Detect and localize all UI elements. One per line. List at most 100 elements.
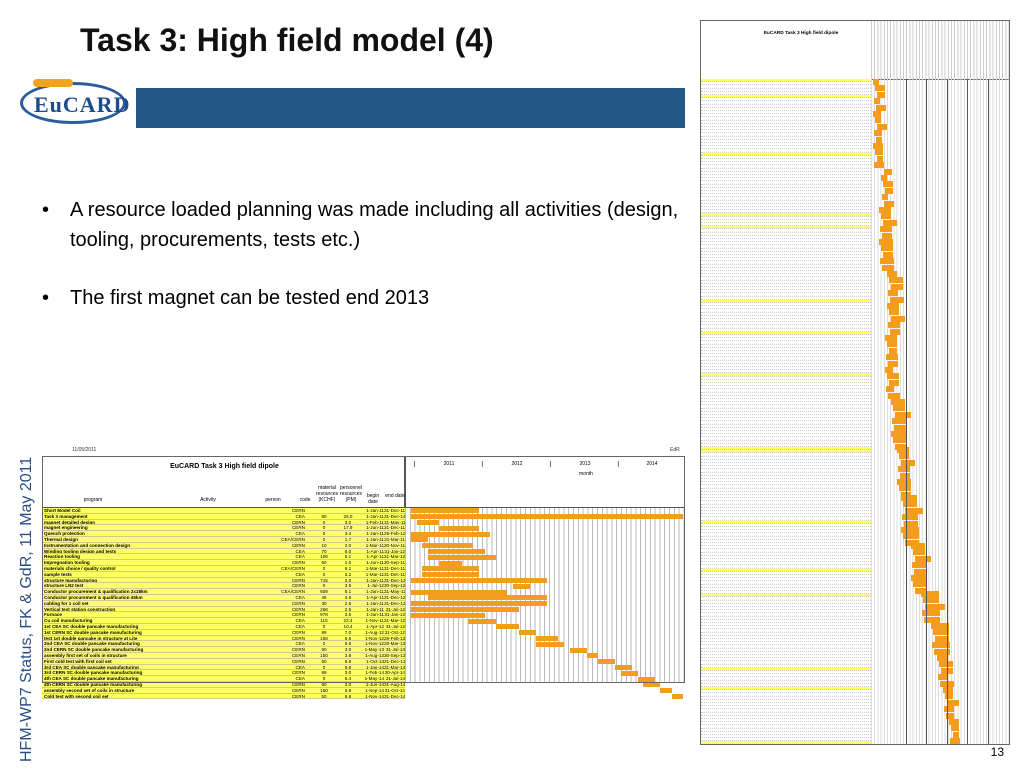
detail-gantt-bar <box>925 603 945 610</box>
row-material: 90 <box>321 682 327 687</box>
detail-gantt-bar <box>889 277 903 284</box>
row-end: 31-Mar-11 <box>384 537 405 542</box>
row-name: 4th CERN SC double pancake manufacturing <box>44 682 143 687</box>
row-personnel: 5.5 <box>344 635 352 641</box>
row-material: 0 <box>322 676 326 682</box>
row-person: CERN <box>291 647 305 653</box>
row-material: 50 <box>321 658 327 664</box>
row-personnel: 3.5 <box>344 583 352 589</box>
row-person: CEA <box>295 595 305 600</box>
row-end: 31-Dec-12 <box>384 595 405 600</box>
gantt-bar <box>422 572 479 578</box>
row-name: sample tests <box>44 571 72 577</box>
row-begin: 1-Mar-11 <box>365 571 384 577</box>
row-name: structure manufacturing <box>44 577 98 583</box>
slide-title: Task 3: High field model (4) <box>80 22 494 58</box>
row-begin: 1-Jan-11 <box>366 606 384 612</box>
row-end: 31-Jul-12 <box>385 624 405 629</box>
row-personnel: 3.0 <box>344 670 352 676</box>
row-begin: 1-Oct-13 <box>366 658 384 664</box>
row-material: 150 <box>320 653 328 658</box>
gantt-bar <box>411 508 479 514</box>
row-begin: 1-Feb-14 <box>365 670 384 676</box>
row-personnel: 6.8 <box>344 658 352 664</box>
row-person: CEA <box>295 554 305 560</box>
detail-gantt-bar <box>890 328 900 335</box>
detail-gantt-bar <box>875 85 885 92</box>
row-end: 30-Nov-11 <box>384 542 405 548</box>
gantt-bar <box>439 560 462 566</box>
row-material: 978 <box>320 612 328 618</box>
gantt-bar <box>615 665 632 670</box>
detail-gantt-bar <box>887 341 897 348</box>
row-name: Cu coil manufacturing <box>44 618 93 624</box>
detail-gantt-bar <box>915 555 931 562</box>
detail-gantt-bar <box>880 226 892 233</box>
row-begin: 1-Apr-11 <box>366 548 384 554</box>
gantt-bar <box>620 670 638 676</box>
row-material: 0 <box>322 531 326 537</box>
row-person: CEA/CERN <box>281 537 305 542</box>
row-material: 0 <box>322 525 326 531</box>
row-material: 609 <box>320 589 328 595</box>
row-begin: 1-Jan-11 <box>366 600 384 606</box>
detail-gantt-bar <box>922 610 940 617</box>
gantt-bar <box>643 682 661 688</box>
detail-gantt-bar <box>937 655 947 661</box>
side-footer-text: HFM-WP7 Status, FK & GdR, 11 May 2011 <box>18 456 35 762</box>
detail-gantt-bar <box>912 562 926 569</box>
row-begin: 1-Jan-11 <box>366 612 384 618</box>
gantt-bar <box>439 525 479 531</box>
detail-gantt-bar <box>891 399 905 405</box>
row-material: 150 <box>320 687 328 693</box>
detail-gantt-bar <box>901 459 915 466</box>
row-person: CEA <box>295 676 305 682</box>
detail-gantt-bar <box>913 581 927 588</box>
row-material: 0 <box>322 566 326 571</box>
row-end: 30-Sep-12 <box>384 583 405 589</box>
gantt-bar <box>428 595 547 601</box>
row-person: CEA <box>295 624 305 629</box>
row-material: 0 <box>322 519 326 525</box>
row-material: 268 <box>320 606 328 612</box>
gantt-bar <box>496 624 519 630</box>
row-personnel: 3.0 <box>344 682 352 687</box>
row-begin: 1-Jan-11 <box>366 589 384 595</box>
row-begin: 1-Jan-11 <box>366 513 384 519</box>
row-material: 115 <box>320 618 328 624</box>
row-name: First cold test with first coil set <box>44 658 112 664</box>
detail-gantt-bar <box>875 117 881 124</box>
detail-gantt-bar <box>883 181 893 188</box>
month-label: month <box>579 471 593 477</box>
row-personnel: 6.1 <box>344 566 352 571</box>
row-end: 31-Dec-14 <box>384 693 405 699</box>
detail-gantt-bar <box>891 315 905 322</box>
gantt-bar <box>660 688 672 694</box>
row-end: 31-Dec-13 <box>384 658 405 664</box>
row-material: 715 <box>320 577 328 583</box>
detail-gantt-bar <box>897 447 909 453</box>
row-material: 99 <box>321 670 327 676</box>
detail-gantt-bar <box>886 354 898 361</box>
planning-table: 11/05/2011 EdR EuCARD Task 3 High field … <box>42 445 685 745</box>
detail-year-divider <box>906 79 907 744</box>
row-begin: 1-Jun-11 <box>366 560 384 566</box>
detail-gantt-bar <box>899 485 911 492</box>
detail-gantt-bar <box>881 213 891 220</box>
row-person: CERN <box>291 629 305 635</box>
row-personnel: 10.4 <box>343 624 353 629</box>
eucard-logo: EuCARD <box>20 79 130 128</box>
row-name: magnet detailed design <box>44 519 96 525</box>
row-material: 158 <box>320 635 328 641</box>
gantt-bar <box>411 537 428 543</box>
detail-gantt-bar <box>939 661 953 668</box>
row-name: materials choice / quality control <box>44 566 116 571</box>
row-name: 1st CEA SC double pancake manufacturing <box>44 624 139 629</box>
row-begin: 1-Jan-14 <box>365 664 384 670</box>
col-end: end date <box>385 493 405 499</box>
row-material: 50 <box>321 560 327 566</box>
row-person: CEA <box>295 641 305 647</box>
row-person: CERN <box>291 542 305 548</box>
row-material: 80 <box>321 513 327 519</box>
detail-gantt-bar <box>873 143 883 149</box>
